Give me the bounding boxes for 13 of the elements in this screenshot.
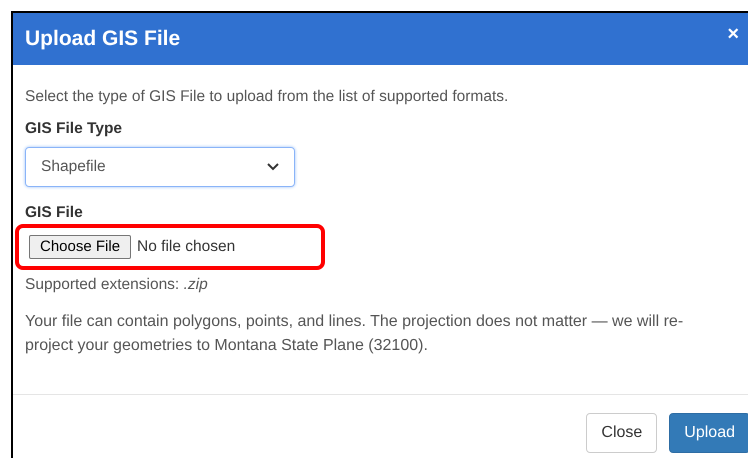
close-button[interactable]: × <box>727 24 739 44</box>
upload-button[interactable]: Upload <box>669 413 748 453</box>
extensions-text: Supported extensions: .zip <box>25 274 209 295</box>
choose-file-button[interactable]: Choose File <box>29 234 132 259</box>
close-dialog-button[interactable]: Close <box>586 413 658 453</box>
file-type-select[interactable]: Shapefile <box>25 146 295 186</box>
note-text: Your file can contain polygons, points, and lines. The projection does not matter — we will re-project your geometries to Montana State Plane (32100). <box>25 312 684 356</box>
chevron-down-icon <box>267 162 279 170</box>
file-type-label: GIS File Type <box>25 119 124 140</box>
file-label: GIS File <box>25 202 84 222</box>
intro-text: Select the type of GIS File to upload from the list of supported formats. <box>25 87 510 107</box>
dialog-title: Upload GIS File <box>25 26 180 52</box>
file-status: No file chosen <box>137 237 236 258</box>
